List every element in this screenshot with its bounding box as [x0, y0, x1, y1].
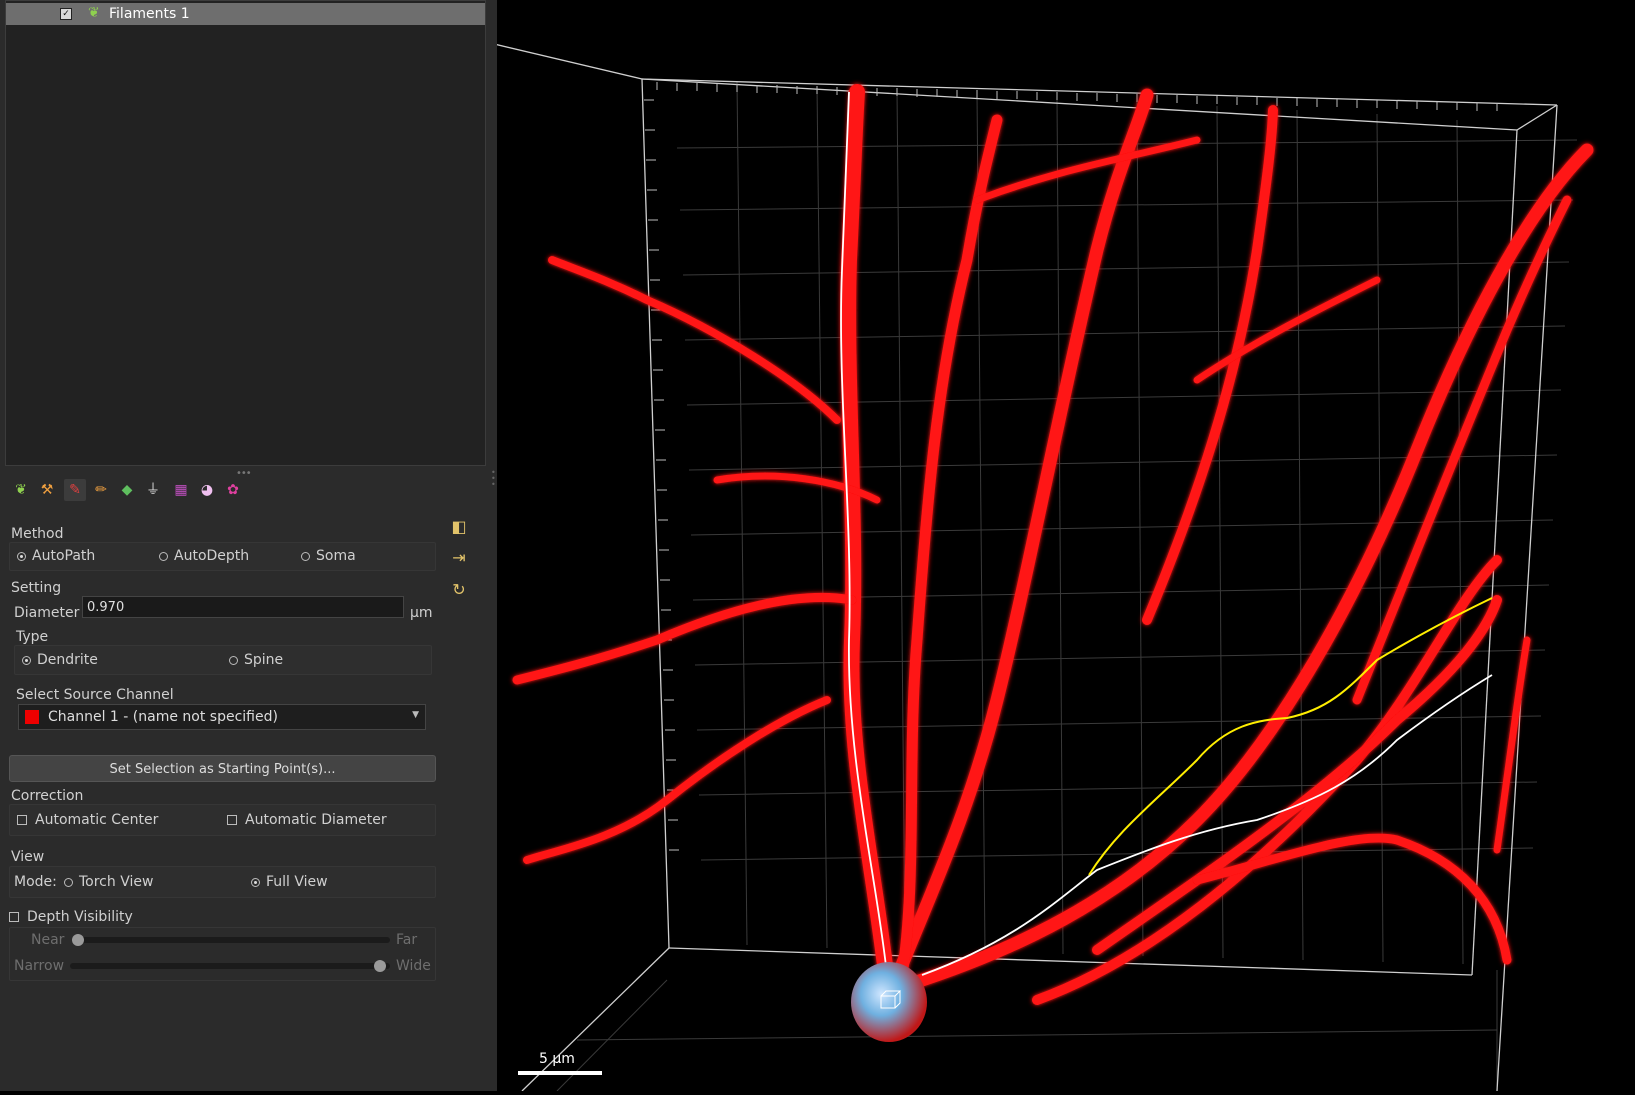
channel-color-swatch [25, 710, 39, 724]
tree-item-label: Filaments 1 [109, 6, 190, 22]
scale-bar-label: 5 µm [539, 1051, 575, 1067]
type-title: Type [16, 629, 49, 645]
automatic-center-checkbox[interactable]: Automatic Center [17, 812, 158, 828]
near-far-knob[interactable] [72, 934, 84, 946]
axis-ticks [644, 82, 1498, 851]
source-channel-value: Channel 1 - (name not specified) [48, 709, 278, 725]
filter-icon[interactable]: ⏚ [142, 479, 164, 501]
method-autopath-radio[interactable]: AutoPath [17, 548, 95, 564]
view-full-radio[interactable]: Full View [251, 874, 328, 890]
object-tree: ✓ ❦ Filaments 1 [5, 0, 486, 466]
method-autodepth-radio[interactable]: AutoDepth [159, 548, 249, 564]
automatic-diameter-checkbox[interactable]: Automatic Diameter [227, 812, 387, 828]
view-torch-radio[interactable]: Torch View [64, 874, 153, 890]
pencil-orange-icon[interactable]: ✏ [90, 479, 112, 501]
narrow-wide-slider[interactable] [70, 963, 390, 969]
3d-viewport[interactable]: 5 µm [476, 0, 1635, 1092]
wide-label: Wide [396, 958, 431, 974]
far-label: Far [396, 932, 418, 948]
tree-item-filaments[interactable]: ✓ ❦ Filaments 1 [6, 3, 485, 25]
depth-visibility-checkbox[interactable]: Depth Visibility [9, 909, 133, 925]
visibility-checkbox[interactable]: ✓ [60, 8, 72, 20]
correction-title: Correction [11, 788, 84, 804]
diameter-input[interactable] [82, 596, 404, 618]
grid-lines [556, 81, 1578, 1092]
source-channel-select[interactable]: Channel 1 - (name not specified) ▼ [18, 704, 426, 730]
source-channel-title: Select Source Channel [16, 687, 174, 703]
view-title: View [11, 849, 45, 865]
set-starting-point-button[interactable]: Set Selection as Starting Point(s)... [9, 755, 436, 782]
create-icon[interactable]: ❦ [10, 479, 32, 501]
diameter-unit: µm [410, 605, 433, 621]
near-label: Near [31, 932, 65, 948]
camera-view-icon[interactable]: ◧ [447, 515, 471, 539]
type-spine-radio[interactable]: Spine [229, 652, 283, 668]
soma-sphere[interactable] [851, 962, 927, 1042]
pencil-red-icon[interactable]: ✎ [64, 479, 86, 501]
statistics-icon[interactable]: ▦ [170, 479, 192, 501]
dendrite-render [512, 84, 1594, 1008]
wand-icon[interactable]: ⚒ [36, 479, 58, 501]
setting-title: Setting [11, 580, 62, 596]
filament-leaf-icon: ❦ [88, 5, 100, 21]
view-mode-label: Mode: [14, 874, 57, 890]
gear-icon[interactable]: ✿ [222, 479, 244, 501]
rendered-scene [476, 39, 1594, 1092]
vertical-splitter-grip[interactable]: • • • [491, 469, 496, 489]
filament-trace-white-branch [921, 674, 1493, 976]
color-shape-icon[interactable]: ◆ [116, 479, 138, 501]
method-soma-radio[interactable]: Soma [301, 548, 356, 564]
navigate-icon[interactable]: ⇥ [447, 546, 471, 570]
type-dendrite-radio[interactable]: Dendrite [22, 652, 98, 668]
diameter-label: Diameter [14, 605, 80, 621]
left-panel: ✓ ❦ Filaments 1 ••• • • • ❦ ⚒ ✎ ✏ ◆ ⏚ ▦ ◕ … [0, 0, 497, 1091]
creation-toolbar: ❦ ⚒ ✎ ✏ ◆ ⏚ ▦ ◕ ✿ [6, 476, 426, 504]
narrow-label: Narrow [14, 958, 65, 974]
scale-bar [518, 1071, 602, 1075]
method-title: Method [11, 526, 64, 542]
rotate-icon[interactable]: ↻ [447, 578, 471, 602]
color-wheel-icon[interactable]: ◕ [196, 479, 218, 501]
narrow-wide-knob[interactable] [374, 960, 386, 972]
near-far-slider[interactable] [72, 937, 390, 943]
chevron-down-icon: ▼ [412, 710, 419, 720]
